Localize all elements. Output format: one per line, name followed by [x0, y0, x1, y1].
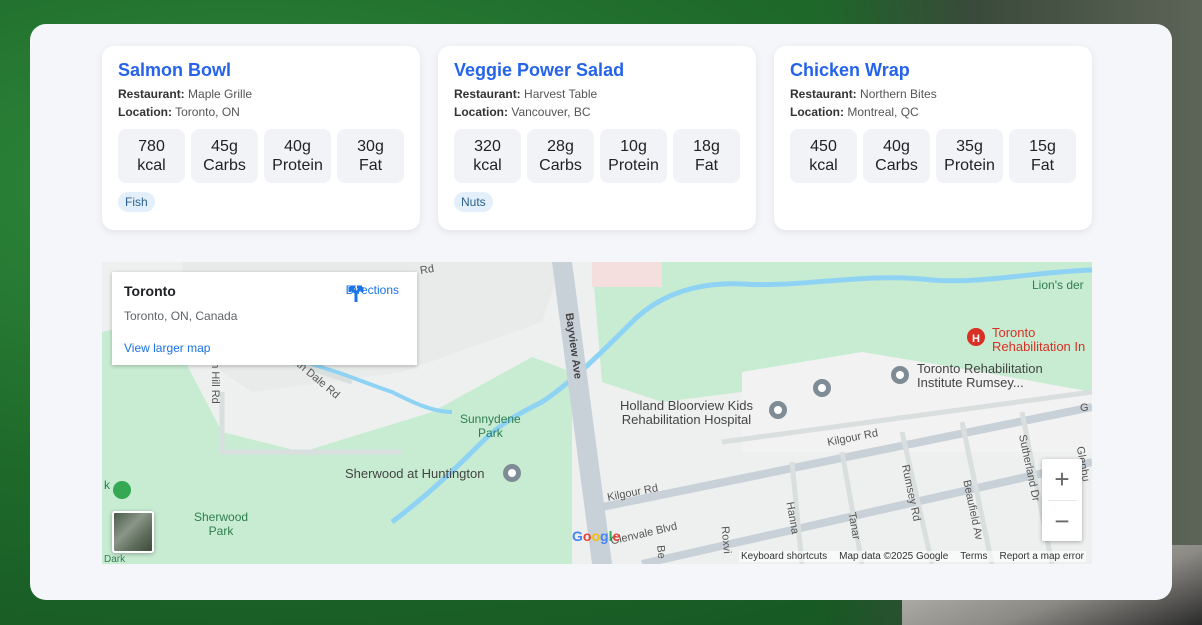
main-panel: Salmon Bowl Restaurant: Maple Grille Loc… — [30, 24, 1172, 600]
keyboard-shortcuts-link[interactable]: Keyboard shortcuts — [741, 551, 827, 562]
restaurant-line: Restaurant: Harvest Table — [454, 87, 598, 101]
meal-title: Chicken Wrap — [790, 60, 910, 80]
label-k-edge: k — [104, 478, 110, 492]
nutrition-protein: 10g Protein — [600, 129, 667, 183]
label-toronto-rehab: Toronto Rehabilitation In — [992, 325, 1086, 354]
allergen-tag: Nuts — [454, 192, 493, 212]
terms-link[interactable]: Terms — [960, 551, 987, 562]
nutrition-kcal: 320 kcal — [454, 129, 521, 183]
map-footer: Keyboard shortcuts Map data ©2025 Google… — [738, 551, 1086, 562]
nutrition-carbs: 40g Carbs — [863, 129, 930, 183]
label-top-rd: Rd — [419, 262, 435, 278]
pink-area — [592, 262, 662, 287]
hospital-h-icon: H — [972, 333, 980, 345]
meal-title: Salmon Bowl — [118, 60, 232, 80]
report-error-link[interactable]: Report a map error — [1000, 551, 1084, 562]
location-line: Location: Montreal, QC — [790, 105, 919, 119]
label-lions-den: Lion's der — [1032, 278, 1084, 292]
satellite-toggle[interactable] — [112, 511, 154, 553]
label-g-edge: G — [1080, 402, 1089, 414]
meal-card[interactable]: Chicken Wrap Restaurant: Northern Bites … — [774, 46, 1092, 230]
nutrition-carbs: 28g Carbs — [527, 129, 594, 183]
nutrition-fat: 30g Fat — [337, 129, 404, 183]
poi-park-marker[interactable] — [113, 481, 131, 499]
nutrition-fat: 18g Fat — [673, 129, 740, 183]
location-line: Location: Toronto, ON — [118, 105, 240, 119]
label-be-edge: Be — [654, 544, 668, 560]
nutrition-carbs: 45g Carbs — [191, 129, 258, 183]
label-hill-rd: n Hill Rd — [208, 362, 221, 404]
label-park-edge: Dark — [104, 554, 126, 564]
nutrition-fat: 15g Fat — [1009, 129, 1076, 183]
view-larger-map-link[interactable]: View larger map — [124, 341, 405, 355]
meal-title: Veggie Power Salad — [454, 60, 625, 80]
restaurant-line: Restaurant: Northern Bites — [790, 87, 937, 101]
label-holland-bloorview: Holland Bloorview Kids Rehabilitation Ho… — [620, 398, 753, 427]
location-line: Location: Vancouver, BC — [454, 105, 591, 119]
nutrition-protein: 40g Protein — [264, 129, 331, 183]
restaurant-line: Restaurant: Maple Grille — [118, 87, 253, 101]
nutrition-grid: 450 kcal 40g Carbs 35g Protein 15g Fat — [790, 129, 1076, 183]
label-sherwood-park: Sherwood Park — [194, 510, 249, 538]
label-roxvill: Roxvi — [718, 525, 733, 555]
map-embed[interactable]: H Sunnydene Park Sherwood at Huntington … — [102, 262, 1092, 564]
meal-card[interactable]: Salmon Bowl Restaurant: Maple Grille Loc… — [102, 46, 420, 230]
logo-e: e — [612, 528, 621, 544]
zoom-controls: + − — [1042, 459, 1082, 541]
nutrition-grid: 780 kcal 45g Carbs 40g Protein 30g Fat — [118, 129, 404, 183]
place-address: Toronto, ON, Canada — [124, 309, 238, 323]
nutrition-kcal: 450 kcal — [790, 129, 857, 183]
map-data-attribution: Map data ©2025 Google — [839, 551, 949, 562]
label-sherwood-huntington: Sherwood at Huntington — [345, 466, 485, 481]
nutrition-protein: 35g Protein — [936, 129, 1003, 183]
label-sunnydene-park: Sunnydene Park — [460, 412, 521, 440]
directions-icon — [348, 285, 364, 302]
directions-button[interactable]: Directions — [346, 283, 399, 302]
logo-g2: g — [600, 528, 609, 544]
nutrition-kcal: 780 kcal — [118, 129, 185, 183]
nutrition-grid: 320 kcal 28g Carbs 10g Protein 18g Fat — [454, 129, 740, 183]
logo-g: G — [572, 528, 583, 544]
place-info-card: Toronto Toronto, ON, Canada View larger … — [112, 272, 417, 365]
allergen-tag: Fish — [118, 192, 155, 212]
google-logo: Google — [572, 528, 620, 544]
meal-cards: Salmon Bowl Restaurant: Maple Grille Loc… — [102, 46, 1092, 230]
label-toronto-rehab-rumsey: Toronto Rehabilitation Institute Rumsey.… — [917, 361, 1043, 390]
logo-o2: o — [591, 528, 601, 544]
zoom-out-button[interactable]: − — [1042, 501, 1082, 542]
meal-card[interactable]: Veggie Power Salad Restaurant: Harvest T… — [438, 46, 756, 230]
zoom-in-button[interactable]: + — [1042, 459, 1082, 500]
